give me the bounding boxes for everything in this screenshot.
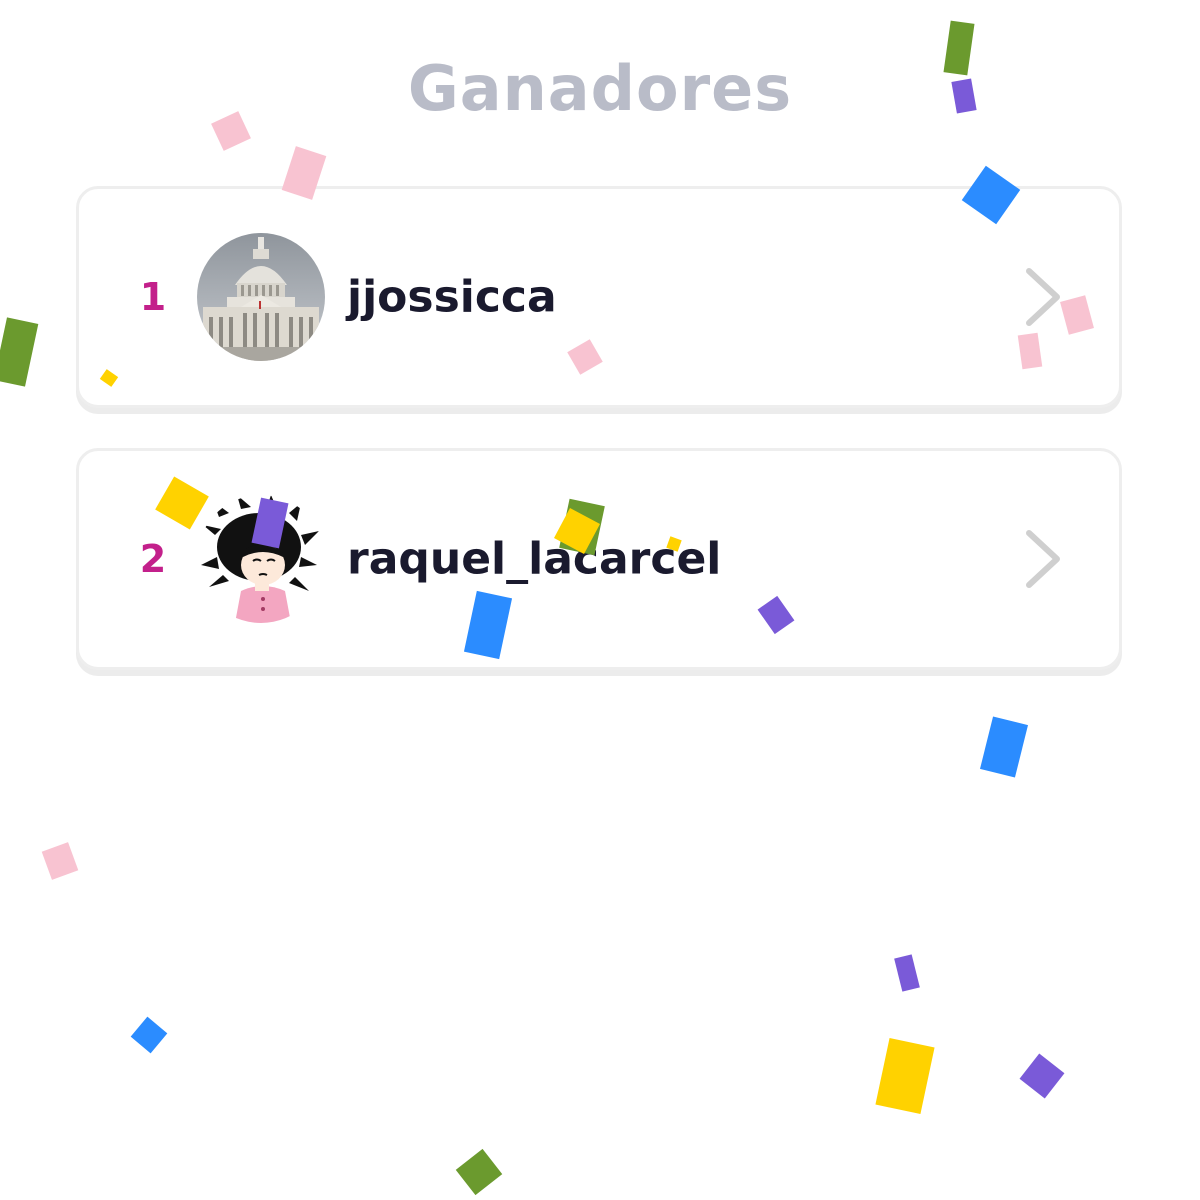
winner-username[interactable]: raquel_lacarcel xyxy=(347,534,721,585)
winner-row-1[interactable]: 1 jjossicca xyxy=(76,186,1122,408)
winner-row-2[interactable]: 2 raquel_lacarcel xyxy=(76,448,1122,670)
avatar[interactable] xyxy=(197,233,325,361)
chevron-right-icon[interactable] xyxy=(1023,265,1063,329)
avatar[interactable] xyxy=(197,495,325,623)
chevron-right-icon[interactable] xyxy=(1023,527,1063,591)
page-title: Ganadores xyxy=(407,52,793,125)
winner-rank: 1 xyxy=(139,275,167,319)
winner-username[interactable]: jjossicca xyxy=(347,272,557,323)
winner-rank: 2 xyxy=(139,537,167,581)
capitol-building-icon xyxy=(197,233,325,361)
cartoon-girl-icon xyxy=(197,495,325,623)
